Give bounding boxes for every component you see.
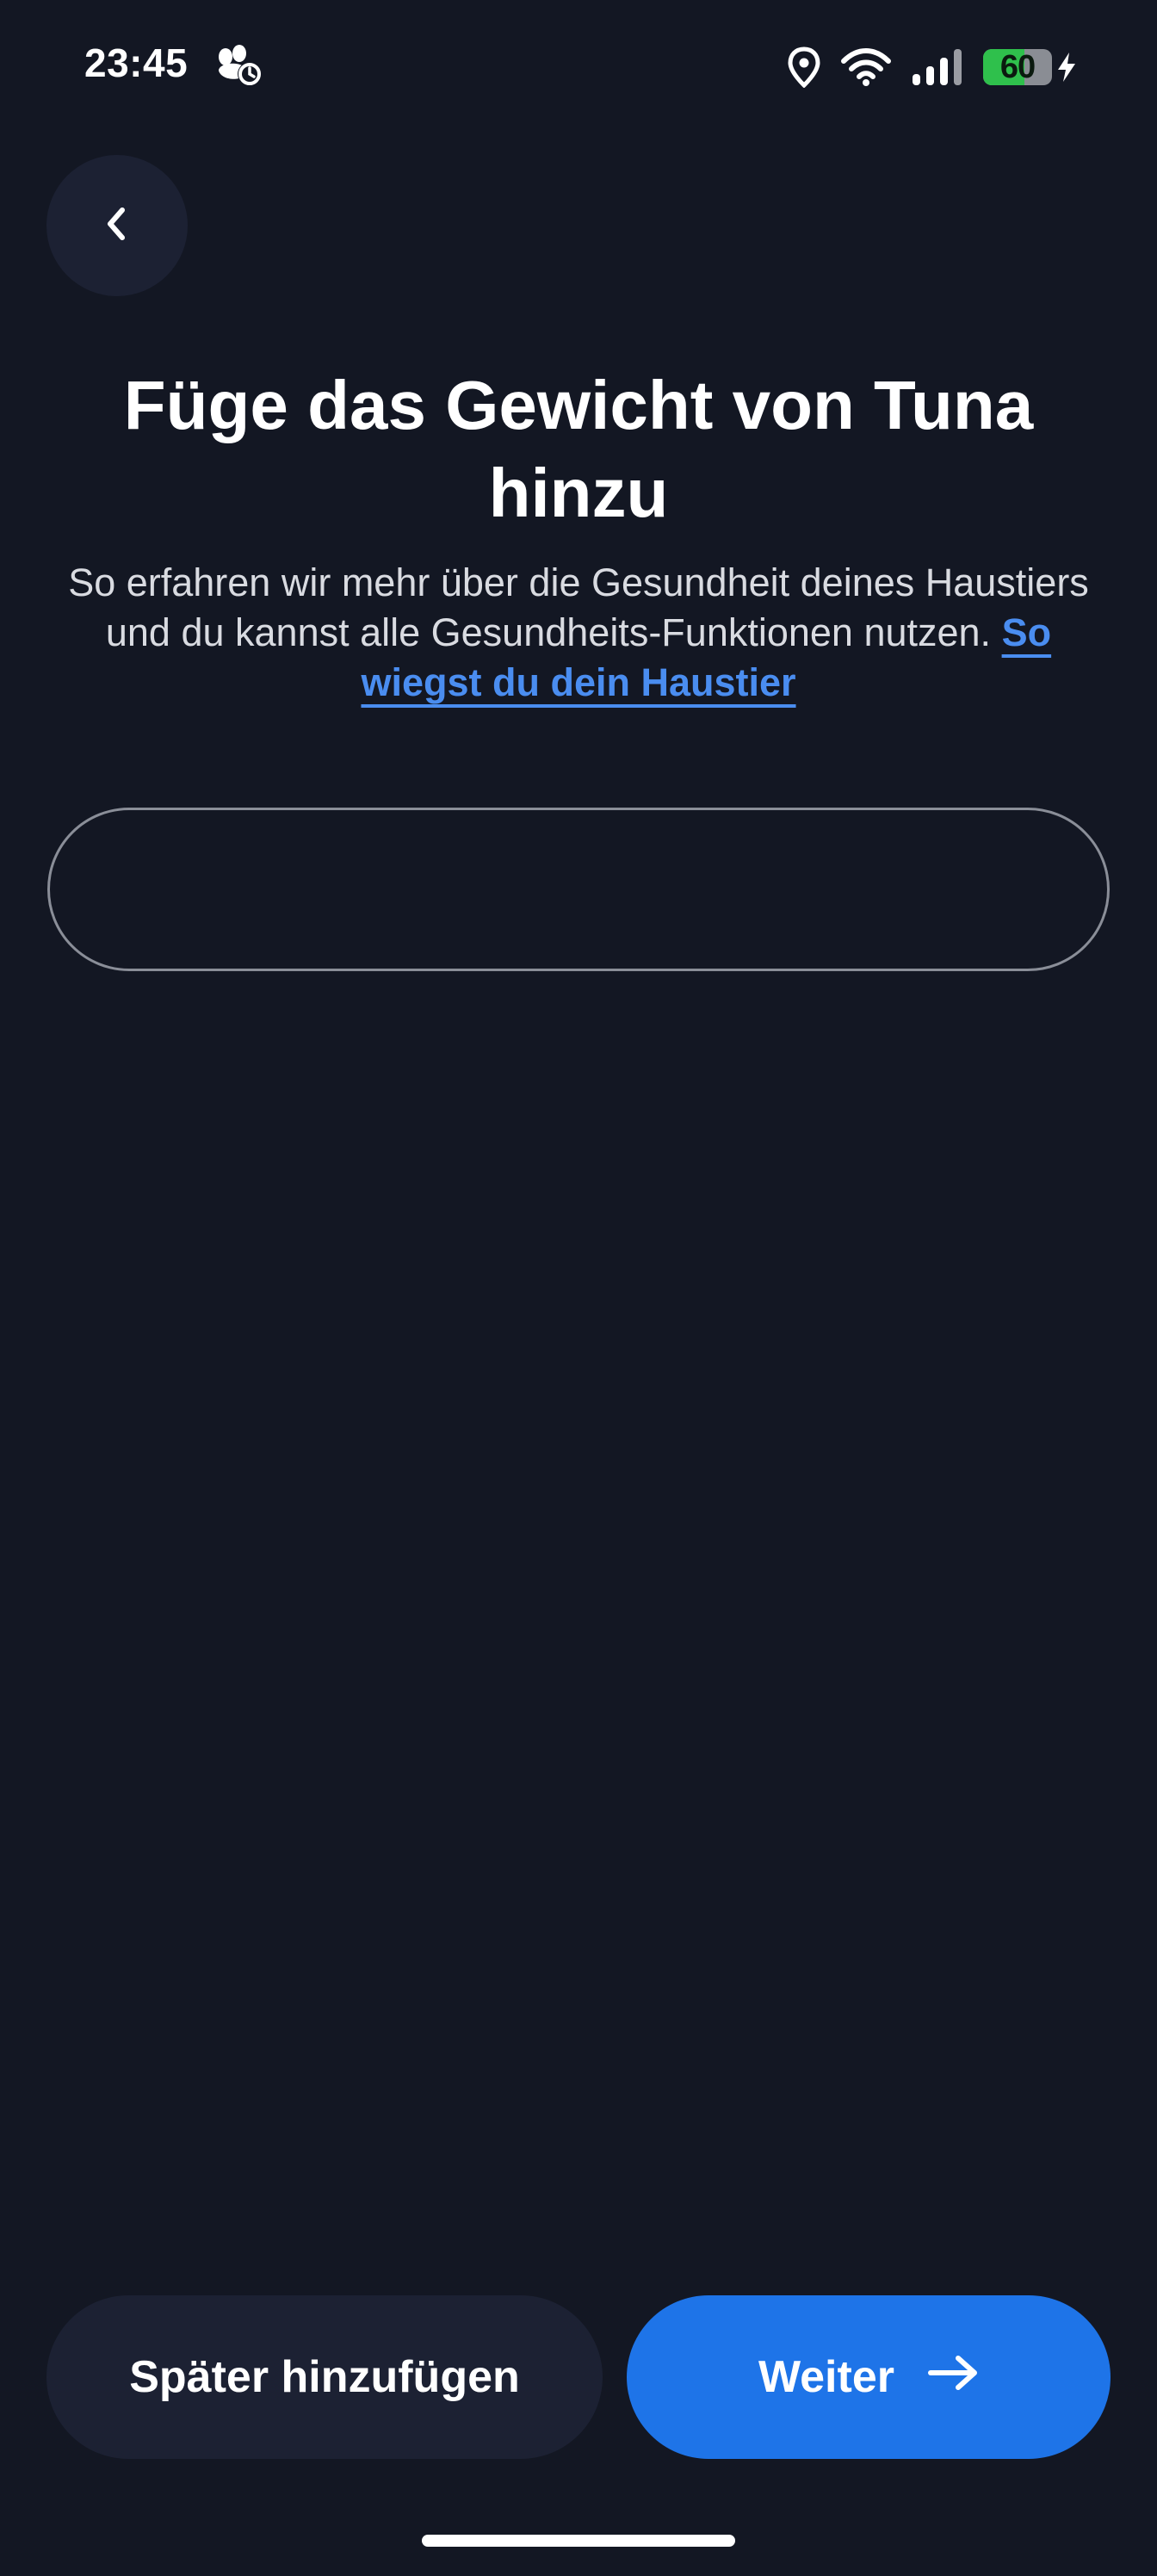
next-button[interactable]: Weiter — [627, 2295, 1111, 2459]
status-bar: 23:45 60 — [0, 0, 1157, 129]
status-icons: 60 — [787, 41, 1078, 93]
location-icon — [787, 46, 821, 88]
battery-icon: 60 — [983, 49, 1052, 85]
home-indicator[interactable] — [422, 2535, 735, 2547]
next-label: Weiter — [758, 2352, 894, 2402]
weight-input[interactable] — [47, 808, 1110, 971]
subtitle: So erfahren wir mehr über die Gesundheit… — [52, 558, 1105, 708]
status-time: 23:45 — [84, 40, 189, 85]
chevron-left-icon — [100, 203, 134, 249]
back-button[interactable] — [46, 155, 188, 296]
page-title: Füge das Gewicht von Tuna hinzu — [123, 367, 1034, 531]
screen: 23:45 60 Füge das Gewicht von Tuna hinzu… — [0, 0, 1157, 2576]
add-later-button[interactable]: Später hinzufügen — [46, 2295, 603, 2459]
battery-percent: 60 — [999, 49, 1036, 85]
paw-clock-icon — [213, 45, 263, 88]
charging-icon — [1055, 51, 1078, 84]
subtitle-text: So erfahren wir mehr über die Gesundheit… — [68, 560, 1089, 654]
battery-group: 60 — [983, 49, 1078, 85]
arrow-right-icon — [927, 2351, 979, 2403]
signal-icon — [911, 48, 964, 86]
wifi-icon — [840, 47, 892, 87]
add-later-label: Später hinzufügen — [129, 2352, 520, 2402]
